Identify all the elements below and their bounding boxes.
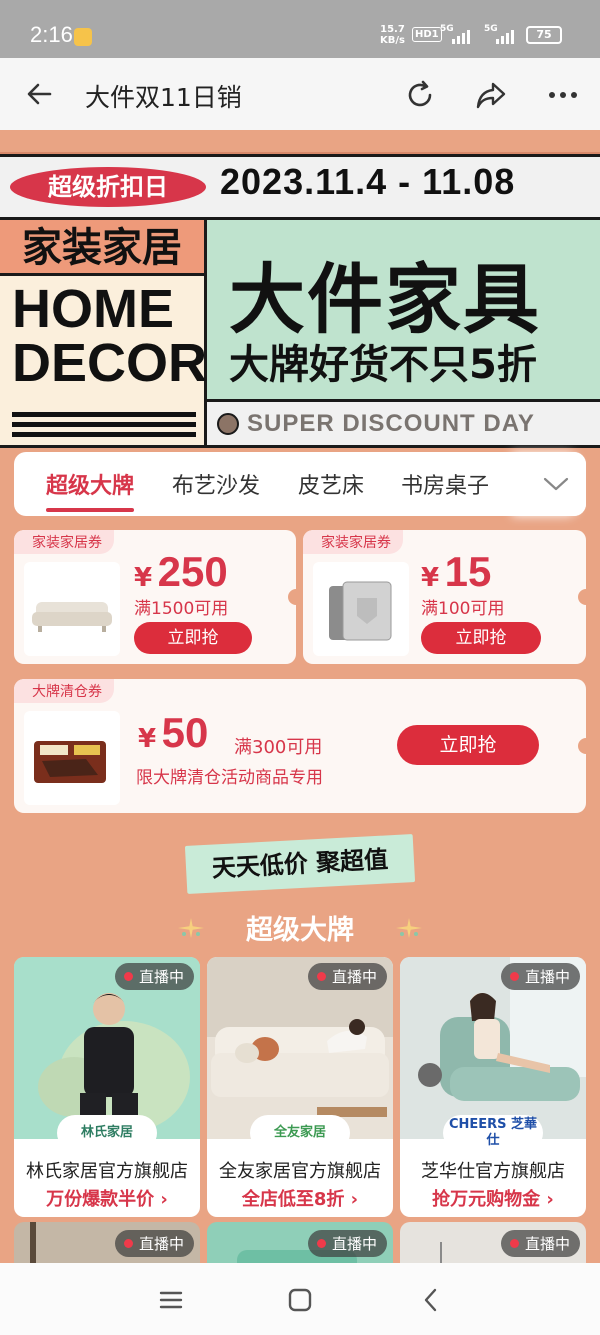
- status-time: 2:16: [30, 22, 73, 47]
- system-nav-bar: [0, 1263, 600, 1335]
- tab-fabric-sofa[interactable]: 布艺沙发: [172, 468, 260, 500]
- slogan-banner: 天天低价 聚超值: [184, 834, 416, 894]
- store-promo: 全店低至8折 ›: [241, 1189, 359, 1210]
- grab-coupon-button[interactable]: 立即抢: [421, 622, 541, 654]
- super-discount-strip: SUPER DISCOUNT DAY: [207, 402, 600, 448]
- currency-symbol: ¥: [421, 563, 440, 593]
- tab-super-brand[interactable]: 超级大牌: [46, 468, 135, 512]
- currency-symbol: ¥: [138, 724, 157, 754]
- circle-icon: [217, 413, 239, 435]
- battery-icon: 75: [526, 26, 562, 44]
- coupon-tag: 大牌清仓券: [14, 679, 114, 703]
- hd-badge: HD1: [412, 27, 442, 42]
- store-promo: 抢万元购物金 ›: [432, 1189, 554, 1210]
- live-badge: 直播中: [500, 963, 580, 990]
- live-badge: 直播中: [500, 1230, 580, 1257]
- coupon-notch: [578, 589, 594, 605]
- tab-leather-bed[interactable]: 皮艺床: [298, 468, 364, 500]
- date-bar: 超级折扣日 2023.11.4 - 11.08: [0, 154, 600, 220]
- network-speed: 15.7 KB/s: [380, 24, 405, 46]
- amount-value: 50: [161, 709, 209, 756]
- store-name: 全友家居官方旗舰店: [219, 1161, 381, 1182]
- sofa-thumbnail: [24, 562, 120, 656]
- store-name: 林氏家居官方旗舰店: [26, 1161, 188, 1182]
- section-title: 超级大牌: [246, 915, 354, 946]
- amount-value: 15: [444, 548, 492, 595]
- food-pack-thumbnail: [24, 711, 120, 805]
- home-decor-cn-label: 家装家居: [0, 220, 204, 276]
- more-icon[interactable]: [546, 78, 580, 112]
- subline: 大牌好货不只5折: [229, 342, 537, 388]
- currency-symbol: ¥: [134, 563, 153, 593]
- coupon-condition: 满300可用: [234, 737, 323, 758]
- sparkle-icon: [396, 918, 422, 938]
- live-badge: 直播中: [114, 963, 194, 990]
- event-dates: 2023.11.4 - 11.08: [220, 161, 516, 202]
- page-title: 大件双11日销: [85, 83, 242, 112]
- store-logo: 林氏家居: [57, 1115, 157, 1151]
- grab-coupon-button[interactable]: 立即抢: [397, 725, 539, 765]
- storage-box-thumbnail: [313, 562, 409, 656]
- home-icon[interactable]: [287, 1287, 313, 1313]
- signal-icon-2: [496, 28, 514, 44]
- coupon-card: 家装家居券 ¥ 250 满1500可用 立即抢: [14, 530, 296, 664]
- coupon-card-wide: 大牌清仓券 ¥ 50 满300可用 限大牌清仓活动商品专用 立即抢: [14, 679, 586, 813]
- top-nav-bar: 大件双11日销: [0, 58, 600, 130]
- net-speed-value: 15.7: [380, 24, 405, 35]
- back-arrow-icon[interactable]: [24, 78, 56, 110]
- slogan-text: 天天低价 聚超值: [211, 845, 389, 883]
- store-promo: 万份爆款半价 ›: [46, 1189, 168, 1210]
- coupon-amount: ¥ 250: [134, 548, 228, 596]
- decor-lines: [12, 412, 196, 442]
- coupon-condition: 满100可用: [421, 599, 505, 619]
- refresh-icon[interactable]: [403, 78, 437, 112]
- menu-icon[interactable]: [158, 1287, 184, 1313]
- share-icon[interactable]: [474, 78, 508, 112]
- headline-box: 大件家具 大牌好货不只5折: [207, 220, 600, 402]
- store-name: 芝华仕官方旗舰店: [421, 1161, 565, 1182]
- coupon-card: 家装家居券 ¥ 15 满100可用 立即抢: [303, 530, 586, 664]
- live-badge: 直播中: [307, 1230, 387, 1257]
- decor-label: DECOR: [12, 333, 208, 393]
- net-speed-unit: KB/s: [380, 35, 405, 46]
- tab-study-desk[interactable]: 书房桌子: [401, 468, 489, 500]
- store-card[interactable]: 直播中 林氏家居 林氏家居官方旗舰店 万份爆款半价 ›: [14, 957, 200, 1217]
- discount-day-pill: 超级折扣日: [10, 167, 206, 207]
- coupon-amount: ¥ 50: [138, 709, 208, 757]
- coupon-amount: ¥ 15: [421, 548, 491, 596]
- super-discount-text: SUPER DISCOUNT DAY: [247, 410, 535, 437]
- coupon-notch: [288, 589, 304, 605]
- home-label: HOME: [12, 279, 174, 339]
- coupon-tag: 家装家居券: [303, 530, 403, 554]
- store-card[interactable]: 直播中 全友家居 全友家居官方旗舰店 全店低至8折 ›: [207, 957, 393, 1217]
- chevron-down-icon: [543, 477, 569, 491]
- store-logo: 全友家居: [250, 1115, 350, 1151]
- home-decor-box: 家装家居 HOME DECOR: [0, 220, 207, 448]
- live-badge: 直播中: [114, 1230, 194, 1257]
- store-logo: CHEERS 芝華仕: [443, 1115, 543, 1151]
- live-badge: 直播中: [307, 963, 387, 990]
- coupon-tag: 家装家居券: [14, 530, 114, 554]
- coupon-note: 限大牌清仓活动商品专用: [136, 768, 323, 788]
- category-tabs: 超级大牌 布艺沙发 皮艺床 书房桌子: [14, 452, 586, 516]
- home-decor-en-label: HOME DECOR: [12, 282, 207, 390]
- signal-icon: [452, 28, 470, 44]
- status-bar: 2:16 15.7 KB/s HD1 5G 5G 75: [0, 0, 600, 58]
- coupon-notch: [578, 738, 594, 754]
- tabs-expand-button[interactable]: [520, 452, 586, 516]
- grab-coupon-button[interactable]: 立即抢: [134, 622, 252, 654]
- coupon-condition: 满1500可用: [134, 599, 229, 619]
- amount-value: 250: [157, 548, 228, 595]
- app-notification-icon: [74, 28, 92, 46]
- store-card[interactable]: 直播中 CHEERS 芝華仕 芝华仕官方旗舰店 抢万元购物金 ›: [400, 957, 586, 1217]
- back-icon[interactable]: [418, 1287, 444, 1313]
